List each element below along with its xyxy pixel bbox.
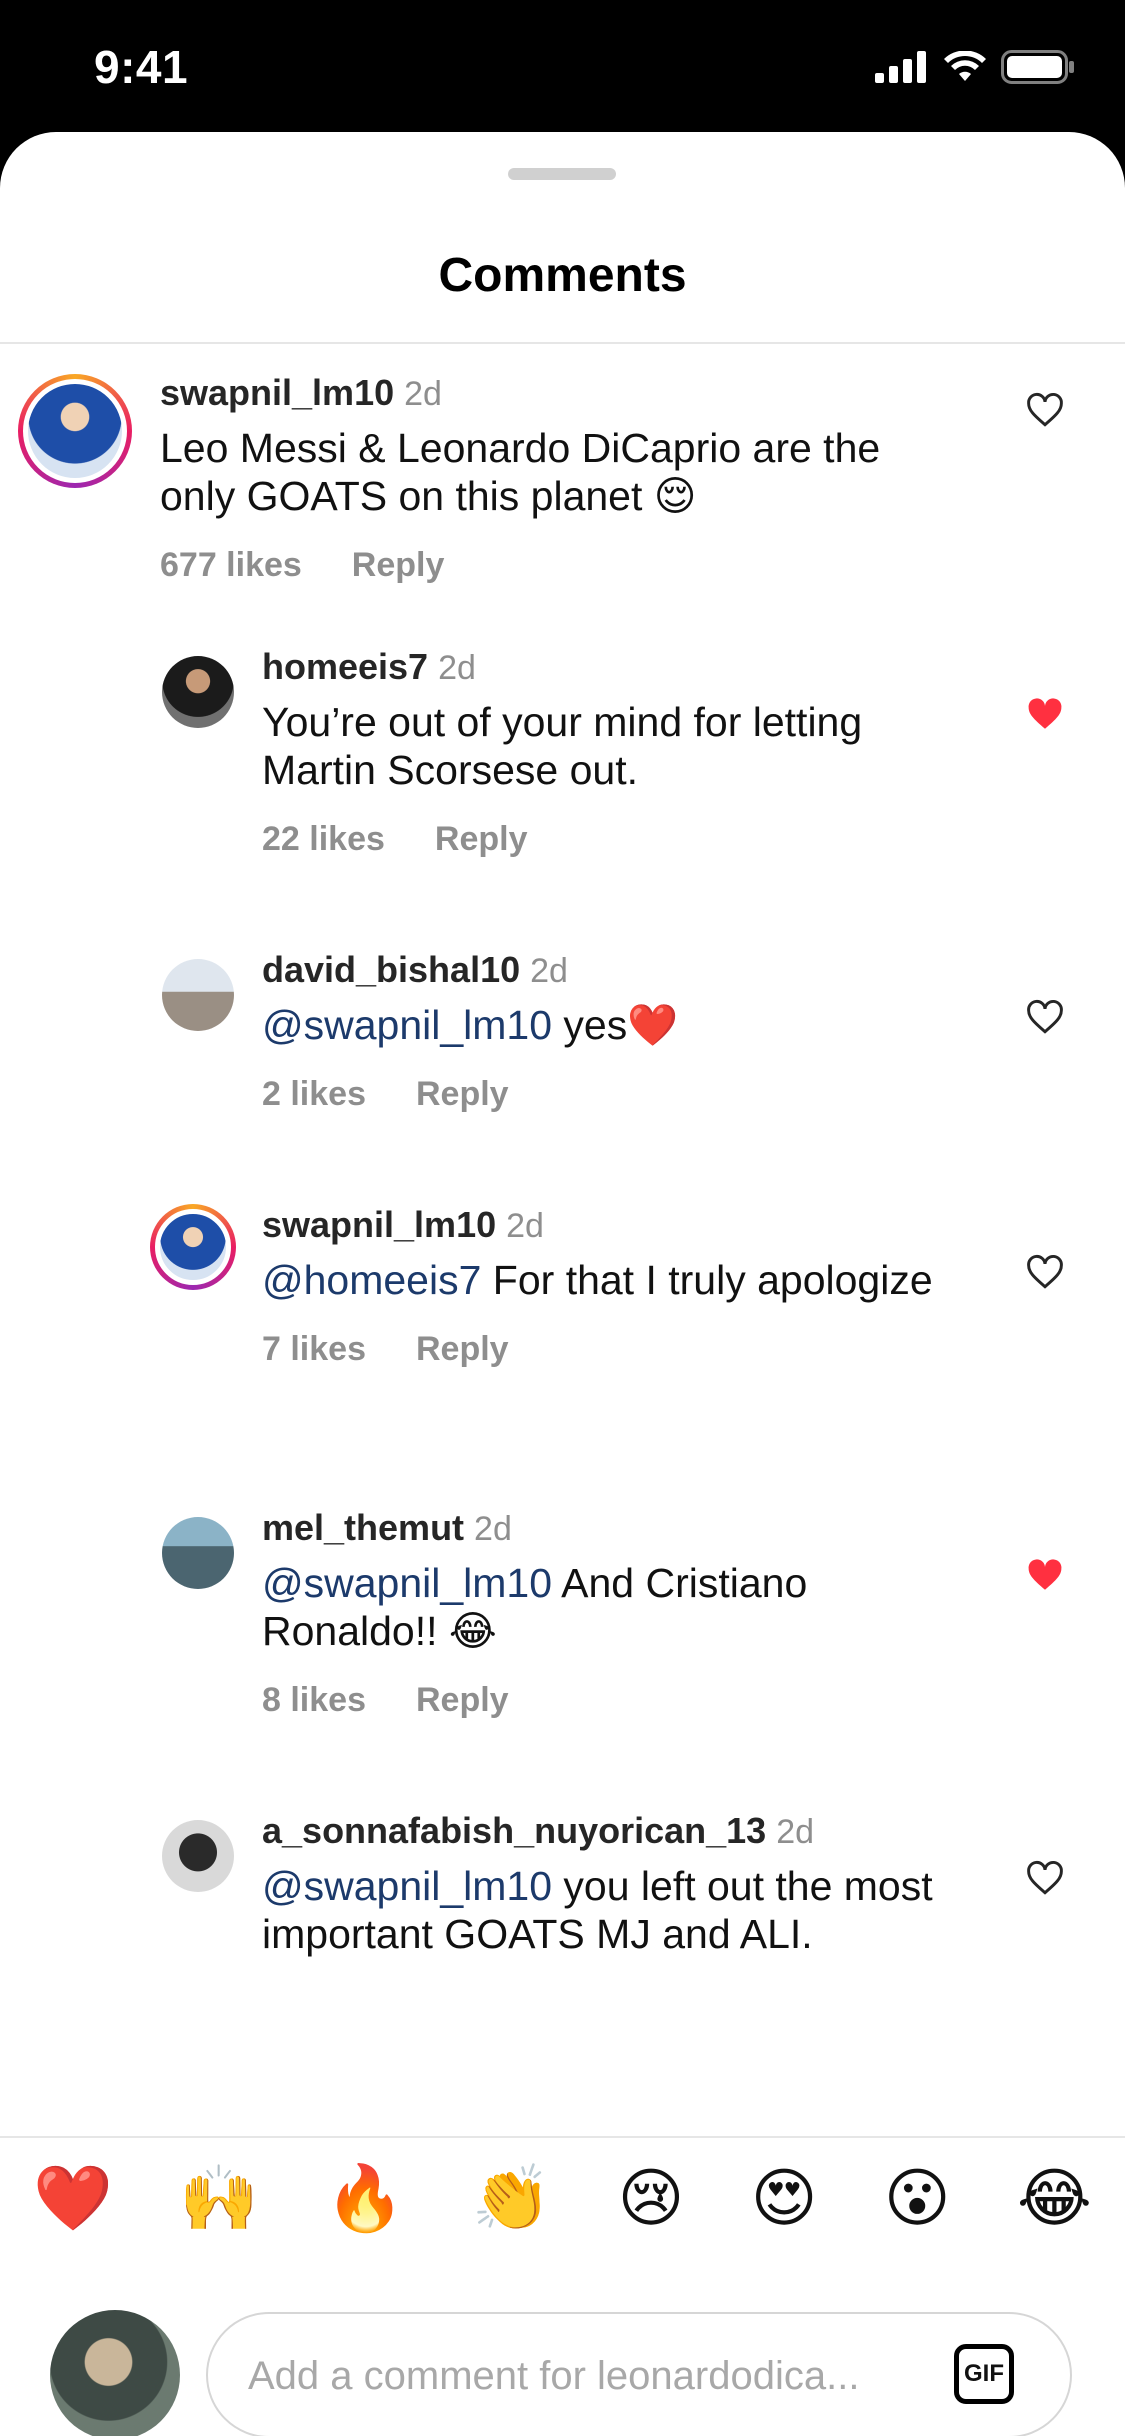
comment-time: 2d <box>530 952 568 990</box>
status-icons <box>875 50 1075 84</box>
status-bar: 9:41 <box>0 0 1125 140</box>
reply-button[interactable]: Reply <box>416 1681 509 1719</box>
avatar[interactable] <box>162 959 234 1031</box>
signal-icon <box>875 51 926 83</box>
comment-list[interactable]: swapnil_lm10 2d Leo Messi & Leonardo DiCa… <box>0 344 1125 2136</box>
status-time: 9:41 <box>94 41 189 93</box>
battery-icon <box>1001 50 1074 84</box>
avatar[interactable] <box>150 1204 236 1290</box>
likes-count[interactable]: 8 likes <box>262 1681 366 1719</box>
wifi-icon <box>944 51 986 81</box>
reaction-heart[interactable]: ❤️ <box>33 2161 113 2236</box>
comment-input[interactable]: Add a comment for leonardodica... GIF <box>206 2312 1072 2436</box>
reply-button[interactable]: Reply <box>435 820 528 858</box>
gif-button[interactable]: GIF <box>954 2344 1014 2404</box>
comment-username[interactable]: swapnil_lm10 <box>262 1204 496 1245</box>
like-heart-icon[interactable] <box>1025 392 1065 428</box>
like-heart-icon[interactable] <box>1025 999 1065 1035</box>
mention-link[interactable]: @swapnil_lm10 <box>262 1002 552 1048</box>
comment-text: You’re out of your mind for letting Mart… <box>262 699 863 793</box>
reaction-crying[interactable]: 😢 <box>618 2161 685 2236</box>
comment-time: 2d <box>438 649 476 687</box>
avatar[interactable] <box>162 656 234 728</box>
comment-username[interactable]: a_sonnafabish_nuyorican_13 <box>262 1810 766 1851</box>
reaction-heart-eyes[interactable]: 😍 <box>751 2161 818 2236</box>
avatar[interactable] <box>162 1820 234 1892</box>
mention-link[interactable]: @swapnil_lm10 <box>262 1863 552 1909</box>
comment-username[interactable]: swapnil_lm10 <box>160 372 394 413</box>
like-heart-icon[interactable] <box>1025 1860 1065 1896</box>
mention-link[interactable]: @homeeis7 <box>262 1257 481 1303</box>
reply-button[interactable]: Reply <box>352 546 445 584</box>
reaction-surprised[interactable]: 😮 <box>884 2161 951 2236</box>
mention-link[interactable]: @swapnil_lm10 <box>262 1560 552 1606</box>
emoji-reactions-bar: ❤️ 🙌 🔥 👏 😢 😍 😮 😂 <box>0 2138 1125 2258</box>
avatar[interactable] <box>162 1517 234 1589</box>
comment-username[interactable]: homeeis7 <box>262 646 428 687</box>
comment-time: 2d <box>776 1813 815 1851</box>
like-heart-icon[interactable] <box>1025 1254 1065 1290</box>
reaction-clap[interactable]: 👏 <box>471 2161 551 2236</box>
likes-count[interactable]: 677 likes <box>160 546 302 584</box>
comment-username[interactable]: david_bishal10 <box>262 949 520 990</box>
reaction-raised-hands[interactable]: 🙌 <box>179 2161 259 2236</box>
comment-composer: Add a comment for leonardodica... GIF <box>0 2310 1125 2436</box>
reply-button[interactable]: Reply <box>416 1330 509 1368</box>
comment-text: Leo Messi & Leonardo DiCaprio are the on… <box>160 425 881 519</box>
comment-time: 2d <box>506 1207 544 1245</box>
comment-text: For that I truly apologize <box>481 1257 933 1303</box>
liked-heart-icon[interactable] <box>1025 696 1065 732</box>
likes-count[interactable]: 7 likes <box>262 1330 366 1368</box>
comment-time: 2d <box>404 375 442 413</box>
reaction-laughing[interactable]: 😂 <box>1017 2161 1092 2236</box>
sheet-grabber[interactable] <box>508 168 616 180</box>
avatar[interactable] <box>18 374 132 488</box>
comment-username[interactable]: mel_themut <box>262 1507 464 1548</box>
reply-button[interactable]: Reply <box>416 1075 509 1113</box>
comments-sheet: Comments swapnil_lm10 2d Leo Messi & Leon… <box>0 132 1125 2436</box>
likes-count[interactable]: 22 likes <box>262 820 385 858</box>
likes-count[interactable]: 2 likes <box>262 1075 366 1113</box>
current-user-avatar[interactable] <box>50 2310 180 2436</box>
reaction-fire[interactable]: 🔥 <box>325 2161 405 2236</box>
comment-time: 2d <box>474 1510 512 1548</box>
comment-text: yes❤️ <box>552 1002 679 1048</box>
liked-heart-icon[interactable] <box>1025 1557 1065 1593</box>
comment-input-placeholder: Add a comment for leonardodica... <box>248 2354 860 2398</box>
page-title: Comments <box>438 249 687 302</box>
